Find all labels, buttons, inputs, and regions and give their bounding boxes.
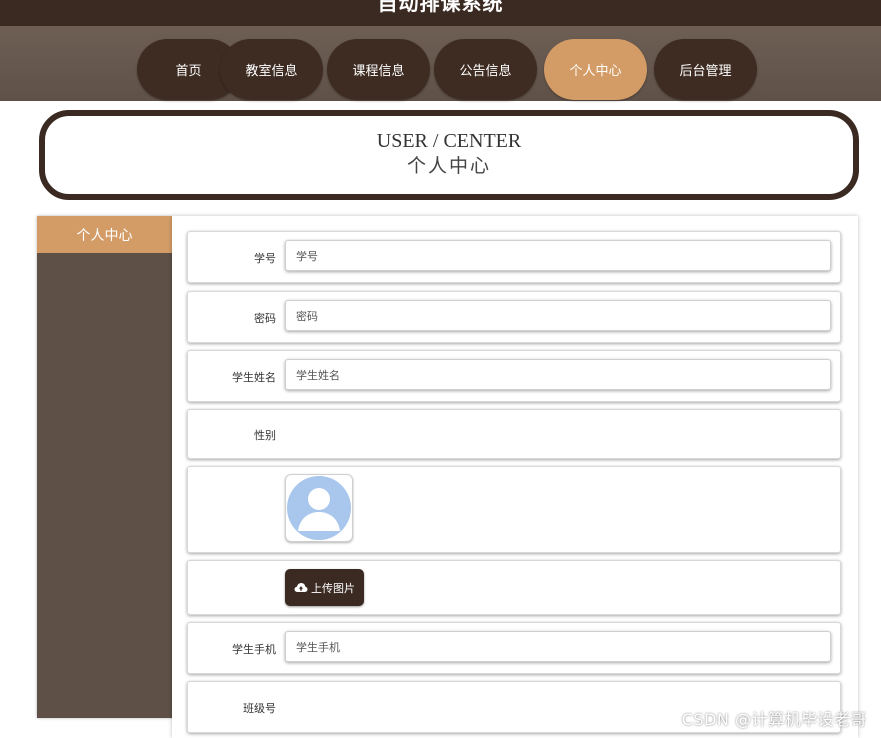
form-row-avatar [187, 466, 841, 553]
upload-button-label: 上传图片 [311, 581, 355, 595]
cloud-upload-icon [294, 582, 308, 592]
nav-item-admin[interactable]: 后台管理 [654, 39, 757, 100]
nav-item-classrooms[interactable]: 教室信息 [220, 39, 323, 100]
form-row-upload: 上传图片 [187, 560, 841, 615]
top-bar: 自动排课系统 [0, 0, 881, 26]
nav-item-announcements[interactable]: 公告信息 [434, 39, 537, 100]
banner-title-en: USER / CENTER [376, 130, 522, 152]
student-name-label: 学生姓名 [232, 371, 276, 384]
main-nav: 首页 教室信息 课程信息 公告信息 个人中心 后台管理 [0, 26, 881, 101]
upload-image-button[interactable]: 上传图片 [285, 569, 364, 606]
form-row-student-id: 学号 学号 [187, 231, 841, 283]
student-name-input[interactable]: 学生姓名 [285, 359, 831, 390]
form-row-password: 密码 密码 [187, 291, 841, 343]
password-input[interactable]: 密码 [285, 300, 831, 331]
form-row-student-name: 学生姓名 学生姓名 [187, 350, 841, 402]
app-title: 自动排课系统 [377, 0, 504, 15]
sidebar-item-user-center[interactable]: 个人中心 [37, 216, 172, 253]
password-label: 密码 [254, 312, 276, 325]
phone-label: 学生手机 [232, 643, 276, 656]
sidebar: 个人中心 [37, 216, 172, 718]
phone-input[interactable]: 学生手机 [285, 631, 831, 662]
student-id-input[interactable]: 学号 [285, 240, 831, 271]
user-avatar-placeholder-icon [287, 476, 351, 540]
page-banner: USER / CENTER 个人中心 [39, 110, 859, 200]
form-row-gender: 性别 [187, 409, 841, 459]
form-row-phone: 学生手机 学生手机 [187, 622, 841, 674]
nav-item-courses[interactable]: 课程信息 [327, 39, 430, 100]
student-id-label: 学号 [254, 252, 276, 265]
profile-form: 学号 学号 密码 密码 学生姓名 学生姓名 性别 上传图片 学生手机 学生手机 … [172, 216, 858, 738]
watermark: CSDN @计算机毕设老哥 [681, 710, 867, 729]
nav-item-user-center[interactable]: 个人中心 [544, 39, 647, 100]
class-no-label: 班级号 [243, 702, 276, 715]
avatar[interactable] [285, 474, 353, 542]
gender-label: 性别 [254, 429, 276, 442]
banner-title-cn: 个人中心 [406, 155, 491, 177]
